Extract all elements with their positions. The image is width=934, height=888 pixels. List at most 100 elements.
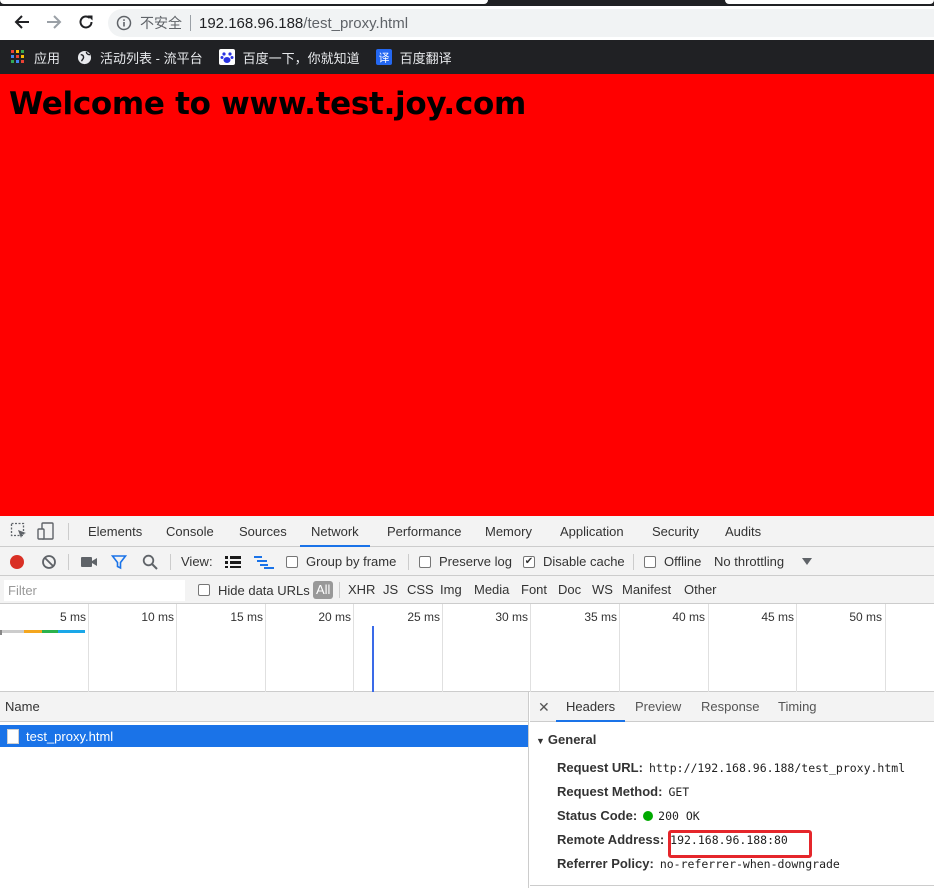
toolbar-divider <box>408 554 409 570</box>
tab-console[interactable]: Console <box>166 516 214 547</box>
gridline <box>176 604 177 692</box>
timeline-tick: 15 ms <box>230 610 263 624</box>
timeline-tick: 5 ms <box>59 610 86 624</box>
browser-tab[interactable] <box>725 0 934 4</box>
bookmark-baidu-translate[interactable]: 译 百度翻译 <box>375 48 452 67</box>
browser-tab[interactable] <box>0 0 488 4</box>
address-bar[interactable]: 不安全 192.168.96.188/test_proxy.html <box>108 9 934 37</box>
timeline-tick: 50 ms <box>849 610 882 624</box>
general-section-title: General <box>547 732 597 747</box>
offline-checkbox[interactable]: Offline <box>644 547 701 576</box>
checkbox-label: Group by frame <box>306 554 397 569</box>
forward-button[interactable] <box>40 8 68 36</box>
close-details-button[interactable]: ✕ <box>538 692 550 722</box>
filter-input[interactable] <box>4 580 185 601</box>
bookmark-activity-list[interactable]: 活动列表 - 流平台 <box>76 48 203 67</box>
gridline <box>88 604 89 692</box>
general-section-toggle[interactable]: ▼ General <box>536 732 596 747</box>
type-filter-all[interactable]: All <box>313 581 334 599</box>
section-divider <box>530 885 934 886</box>
record-icon <box>10 554 24 569</box>
request-details: ▼ General Request URL: http://192.168.96.1… <box>530 722 934 888</box>
checkbox-label: Hide data URLs <box>218 582 310 598</box>
request-row-selected[interactable]: test_proxy.html <box>0 725 528 747</box>
large-rows-button[interactable] <box>225 547 241 576</box>
globe-icon <box>76 49 92 65</box>
tab-headers[interactable]: Headers <box>556 692 626 722</box>
tab-timing[interactable]: Timing <box>778 692 817 722</box>
search-button[interactable] <box>142 547 158 576</box>
svg-text:译: 译 <box>378 52 389 65</box>
type-filter-other[interactable]: Other <box>684 576 717 604</box>
toolbar-divider <box>68 523 69 540</box>
group-by-frame-checkbox[interactable]: Group by frame <box>286 547 396 576</box>
back-button[interactable] <box>8 8 36 36</box>
general-row-status-code: Status Code: 200 OK <box>557 808 700 823</box>
tab-network[interactable]: Network <box>300 516 370 547</box>
tab-elements[interactable]: Elements <box>88 516 142 547</box>
type-filter-font[interactable]: Font <box>521 576 547 604</box>
network-toolbar: View: Group by frame Preserve log ✔ Disab… <box>0 547 934 576</box>
reload-icon <box>79 15 93 29</box>
type-filter-css[interactable]: CSS <box>407 576 434 604</box>
tab-memory[interactable]: Memory <box>485 516 532 547</box>
view-label: View: <box>181 554 213 569</box>
type-filter-doc[interactable]: Doc <box>558 576 581 604</box>
timeline-tick: 10 ms <box>141 610 174 624</box>
tab-response[interactable]: Response <box>701 692 760 722</box>
device-toolbar-icon[interactable] <box>37 522 55 540</box>
timeline-tick: 20 ms <box>318 610 351 624</box>
info-icon[interactable] <box>116 15 132 31</box>
document-icon <box>7 728 19 744</box>
tab-security[interactable]: Security <box>652 516 699 547</box>
gridline <box>265 604 266 692</box>
type-filter-manifest[interactable]: Manifest <box>622 576 671 604</box>
general-value: 200 OK <box>658 809 700 823</box>
checkbox-label: Disable cache <box>543 554 625 569</box>
page-heading: Welcome to www.test.joy.com <box>9 86 526 122</box>
network-overview[interactable]: 5 ms 10 ms 15 ms 20 ms 25 ms 30 ms 35 ms… <box>0 604 934 692</box>
details-tabbar: ✕ Headers Preview Response Timing <box>530 692 934 722</box>
clear-button[interactable] <box>41 547 57 576</box>
general-value: GET <box>668 785 690 799</box>
timeline-tick: 25 ms <box>407 610 440 624</box>
preserve-log-checkbox[interactable]: Preserve log <box>419 547 512 576</box>
arrow-left-icon <box>14 15 29 29</box>
type-filter-xhr[interactable]: XHR <box>348 576 375 604</box>
inspect-element-icon[interactable] <box>10 522 28 540</box>
type-filter-media[interactable]: Media <box>474 576 509 604</box>
throttling-value: No throttling <box>714 554 785 569</box>
bookmark-apps[interactable]: 应用 <box>10 48 60 67</box>
gridline <box>708 604 709 692</box>
tab-application[interactable]: Application <box>560 516 624 547</box>
overview-bar-ttfb <box>42 630 58 633</box>
timeline-tick: 40 ms <box>672 610 705 624</box>
tab-sources[interactable]: Sources <box>239 516 287 547</box>
type-filter-js[interactable]: JS <box>383 576 398 604</box>
gridline <box>619 604 620 692</box>
general-value: no-referrer-when-downgrade <box>659 857 840 871</box>
reload-button[interactable] <box>72 8 100 36</box>
disable-cache-checkbox[interactable]: ✔ Disable cache <box>523 547 625 576</box>
type-filter-ws[interactable]: WS <box>592 576 613 604</box>
capture-screenshots-button[interactable] <box>80 547 98 576</box>
hide-data-urls-checkbox[interactable]: Hide data URLs <box>198 576 310 604</box>
overview-bar-waiting <box>2 630 24 633</box>
tab-audits[interactable]: Audits <box>725 516 761 547</box>
throttling-select[interactable]: No throttling <box>714 547 813 576</box>
overview-toggle-button[interactable] <box>254 547 274 576</box>
tab-preview[interactable]: Preview <box>635 692 681 722</box>
request-name: test_proxy.html <box>26 728 114 744</box>
name-column-header[interactable]: Name <box>0 692 529 722</box>
checkbox-label: Offline <box>664 554 702 569</box>
type-filter-img[interactable]: Img <box>440 576 462 604</box>
browser-chrome: 不安全 192.168.96.188/test_proxy.html 应用 活动… <box>0 0 934 74</box>
general-value: http://192.168.96.188/test_proxy.html <box>648 761 906 775</box>
gridline <box>530 604 531 692</box>
record-button[interactable] <box>9 547 25 576</box>
bookmark-baidu[interactable]: 百度一下，你就知道 <box>218 48 360 67</box>
arrow-right-icon <box>47 15 62 29</box>
tab-performance[interactable]: Performance <box>387 516 461 547</box>
filter-toggle-button[interactable] <box>111 547 127 576</box>
toolbar-divider <box>633 554 634 570</box>
